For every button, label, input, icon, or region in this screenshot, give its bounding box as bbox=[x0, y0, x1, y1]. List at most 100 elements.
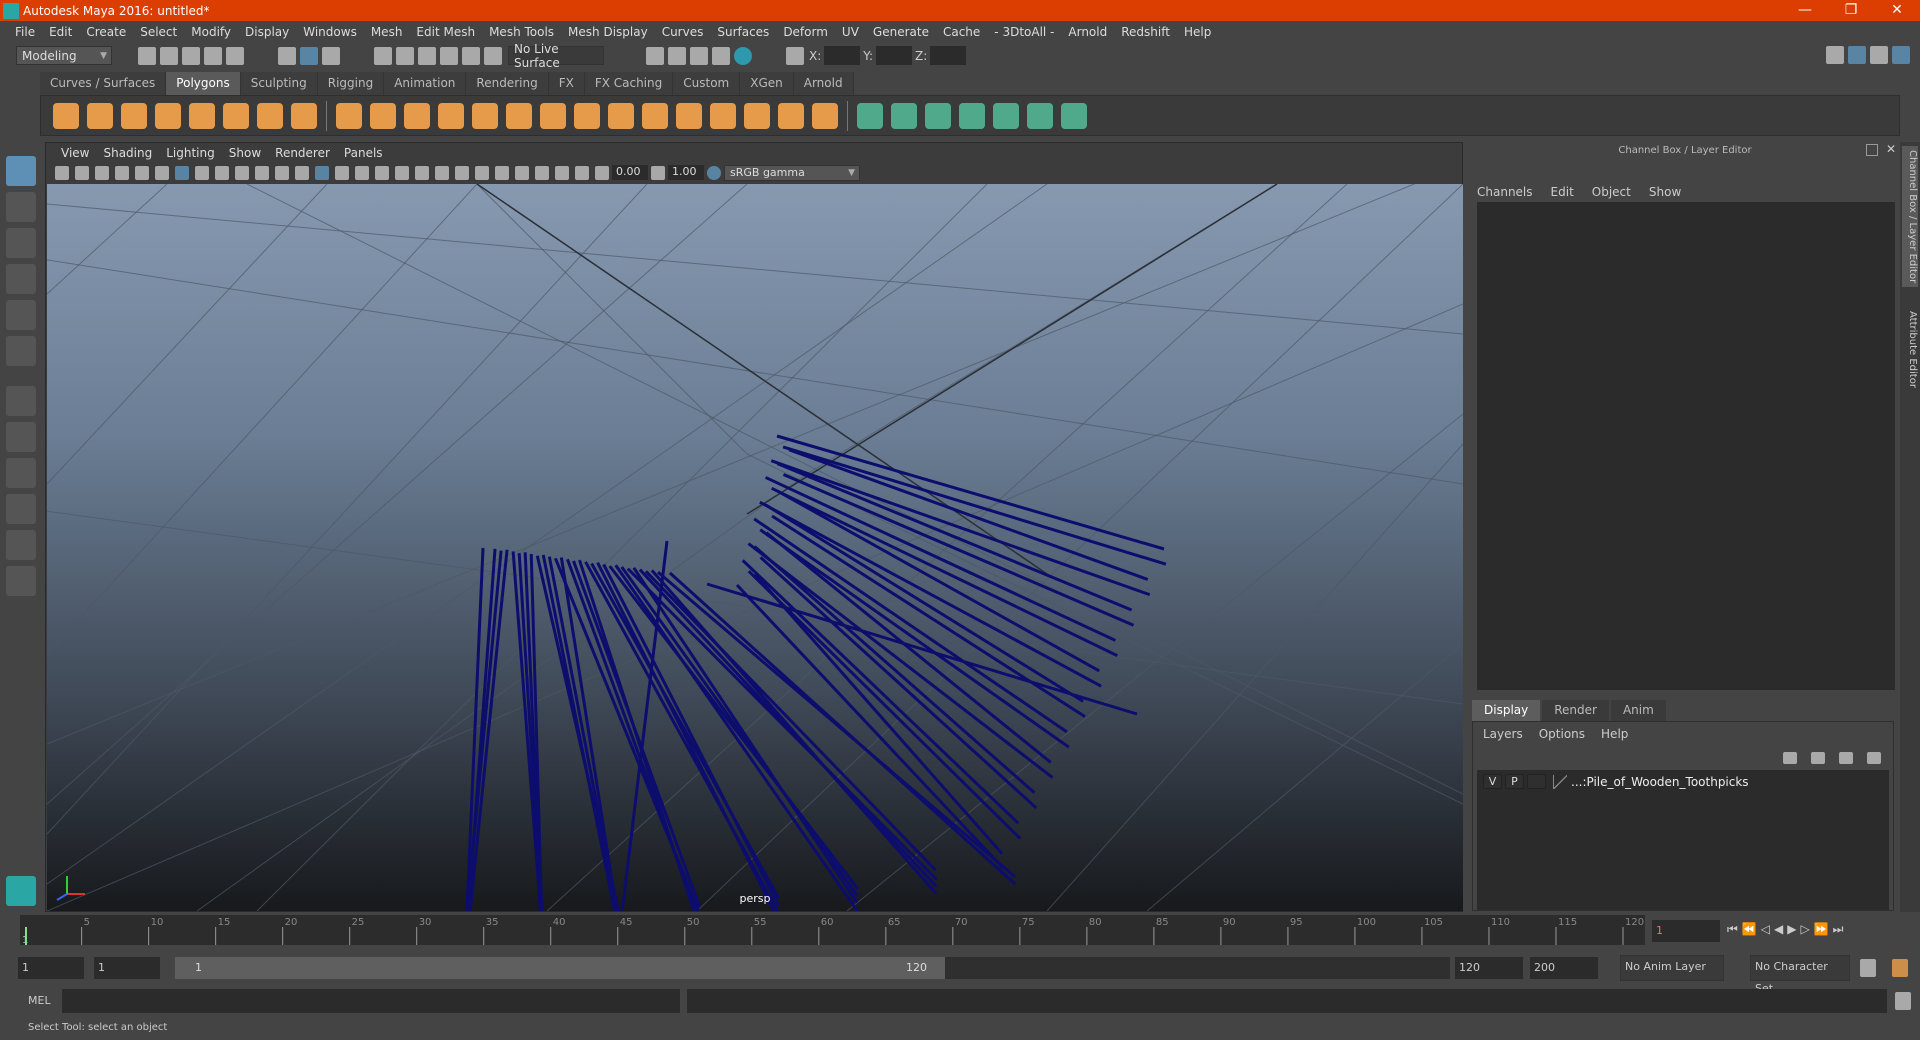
anti-aliasing-icon[interactable] bbox=[475, 165, 489, 180]
layer-name[interactable]: ...:Pile_of_Wooden_Toothpicks bbox=[1571, 775, 1749, 789]
render-view-icon[interactable] bbox=[646, 46, 664, 65]
close-panel-icon[interactable]: ✕ bbox=[1886, 142, 1896, 156]
menu-mesh-tools[interactable]: Mesh Tools bbox=[482, 25, 561, 39]
playback-start-field[interactable]: 1 bbox=[94, 957, 160, 979]
panel-menu-panels[interactable]: Panels bbox=[337, 146, 390, 160]
layer-display-type-toggle[interactable] bbox=[1527, 774, 1546, 789]
menu-display[interactable]: Display bbox=[238, 25, 296, 39]
2d-pan-zoom-icon[interactable] bbox=[135, 165, 149, 180]
field-chart-icon[interactable] bbox=[255, 165, 269, 180]
bookmark-icon[interactable] bbox=[95, 165, 109, 180]
menu-file[interactable]: File bbox=[8, 25, 42, 39]
modeling-toolkit-icon[interactable] bbox=[1826, 46, 1844, 64]
new-layer-icon[interactable] bbox=[1839, 752, 1853, 764]
step-forward-frame-icon[interactable]: ▷ bbox=[1800, 922, 1809, 937]
lights-icon[interactable] bbox=[395, 165, 409, 180]
side-tab-channel-box[interactable]: Channel Box / Layer Editor bbox=[1902, 146, 1918, 288]
shelf-tab-fx[interactable]: FX bbox=[548, 72, 585, 95]
channel-box-menu-edit[interactable]: Edit bbox=[1551, 185, 1574, 199]
poly-pyramid-icon[interactable] bbox=[257, 102, 283, 129]
new-layer-selected-icon[interactable] bbox=[1867, 752, 1881, 764]
rotate-tool-icon[interactable] bbox=[6, 300, 36, 330]
menu-mesh-display[interactable]: Mesh Display bbox=[561, 25, 655, 39]
go-to-end-icon[interactable]: ⏭ bbox=[1833, 922, 1844, 937]
poly-plane-icon[interactable] bbox=[189, 102, 215, 129]
depth-of-field-icon[interactable] bbox=[495, 165, 509, 180]
menu-windows[interactable]: Windows bbox=[296, 25, 364, 39]
four-view-layout-icon[interactable] bbox=[6, 422, 36, 452]
ambient-occlusion-icon[interactable] bbox=[435, 165, 449, 180]
go-to-start-icon[interactable]: ⏮ bbox=[1727, 922, 1738, 937]
separate-icon[interactable] bbox=[370, 102, 396, 129]
image-plane-icon[interactable] bbox=[115, 165, 129, 180]
move-tool-icon[interactable] bbox=[6, 264, 36, 294]
shelf-tab-curves-surfaces[interactable]: Curves / Surfaces bbox=[40, 72, 167, 95]
playback-end-field[interactable]: 120 bbox=[1455, 957, 1523, 979]
render-settings-icon[interactable] bbox=[712, 46, 730, 65]
layer-tab-render[interactable]: Render bbox=[1542, 700, 1609, 721]
combine-icon[interactable] bbox=[336, 102, 362, 129]
channel-box-menu-show[interactable]: Show bbox=[1649, 185, 1681, 199]
menu-surfaces[interactable]: Surfaces bbox=[710, 25, 776, 39]
wireframe-on-shaded-icon[interactable] bbox=[355, 165, 369, 180]
live-surface-field[interactable]: No Live Surface bbox=[508, 42, 604, 70]
automatic-uv-icon[interactable] bbox=[959, 102, 985, 129]
gate-mask-icon[interactable] bbox=[235, 165, 249, 180]
grid-icon[interactable] bbox=[175, 165, 189, 180]
menu-uv[interactable]: UV bbox=[835, 25, 866, 39]
hypershade-icon[interactable] bbox=[734, 46, 752, 65]
layer-menu-layers[interactable]: Layers bbox=[1483, 727, 1523, 741]
poly-cube-icon[interactable] bbox=[87, 102, 113, 129]
select-tool-icon[interactable] bbox=[6, 156, 36, 186]
motion-blur-icon[interactable] bbox=[455, 165, 469, 180]
layer-tab-display[interactable]: Display bbox=[1472, 700, 1541, 721]
end-time-field[interactable]: 200 bbox=[1530, 957, 1598, 979]
cylindrical-uv-icon[interactable] bbox=[891, 102, 917, 129]
film-gate-icon[interactable] bbox=[195, 165, 209, 180]
menu-cache[interactable]: Cache bbox=[936, 25, 987, 39]
menu-3dtoall[interactable]: - 3DtoAll - bbox=[987, 25, 1061, 39]
3d-viewport[interactable]: persp bbox=[47, 184, 1463, 911]
current-frame-field[interactable]: 1 bbox=[1652, 920, 1720, 942]
paint-select-tool-icon[interactable] bbox=[6, 228, 36, 258]
anim-layer-dropdown[interactable]: No Anim Layer bbox=[1620, 955, 1724, 981]
layer-tab-anim[interactable]: Anim bbox=[1610, 700, 1666, 721]
time-slider[interactable]: 5 10 15 20 25 30 35 40 45 50 55 60 65 70 75 80 85 90 95 100… bbox=[20, 915, 1645, 946]
channel-box-menu-object[interactable]: Object bbox=[1592, 185, 1631, 199]
menu-mesh[interactable]: Mesh bbox=[364, 25, 410, 39]
poly-sphere-icon[interactable] bbox=[53, 102, 79, 129]
triangulate-icon[interactable] bbox=[812, 102, 838, 129]
snap-curve-icon[interactable] bbox=[396, 46, 414, 65]
range-slider-bar[interactable]: 1 120 bbox=[175, 957, 945, 979]
layer-visibility-toggle[interactable]: V bbox=[1483, 774, 1502, 789]
save-scene-icon[interactable] bbox=[182, 46, 200, 65]
redo-icon[interactable] bbox=[226, 46, 244, 65]
layer-menu-options[interactable]: Options bbox=[1539, 727, 1585, 741]
snap-surface-icon[interactable] bbox=[462, 46, 480, 65]
render-layout-icon[interactable] bbox=[6, 566, 36, 596]
scale-tool-icon[interactable] bbox=[6, 336, 36, 366]
menu-help[interactable]: Help bbox=[1177, 25, 1218, 39]
shelf-tab-arnold[interactable]: Arnold bbox=[793, 72, 854, 95]
shadows-icon[interactable] bbox=[415, 165, 429, 180]
poly-cylinder-icon[interactable] bbox=[121, 102, 147, 129]
menu-create[interactable]: Create bbox=[79, 25, 133, 39]
snap-view-icon[interactable] bbox=[440, 46, 458, 65]
step-back-frame-icon[interactable]: ◁ bbox=[1761, 922, 1770, 937]
panel-menu-shading[interactable]: Shading bbox=[96, 146, 159, 160]
shelf-tab-polygons[interactable]: Polygons bbox=[166, 72, 241, 95]
move-layer-down-icon[interactable] bbox=[1811, 752, 1825, 764]
side-tab-attribute-editor[interactable]: Attribute Editor bbox=[1902, 307, 1918, 392]
gamma-field[interactable]: 1.00 bbox=[668, 165, 704, 180]
animation-preferences-icon[interactable] bbox=[1892, 959, 1908, 977]
isolate-select-icon[interactable] bbox=[515, 165, 529, 180]
unfold-uv-icon[interactable] bbox=[993, 102, 1019, 129]
exposure-field[interactable]: 0.00 bbox=[612, 165, 648, 180]
play-forwards-icon[interactable]: ▶ bbox=[1787, 922, 1796, 937]
poly-torus-icon[interactable] bbox=[223, 102, 249, 129]
snap-point-icon[interactable] bbox=[418, 46, 436, 65]
render-frame-icon[interactable] bbox=[668, 46, 686, 65]
exposure-icon[interactable] bbox=[595, 165, 609, 180]
fill-hole-icon[interactable] bbox=[642, 102, 668, 129]
menu-deform[interactable]: Deform bbox=[776, 25, 835, 39]
